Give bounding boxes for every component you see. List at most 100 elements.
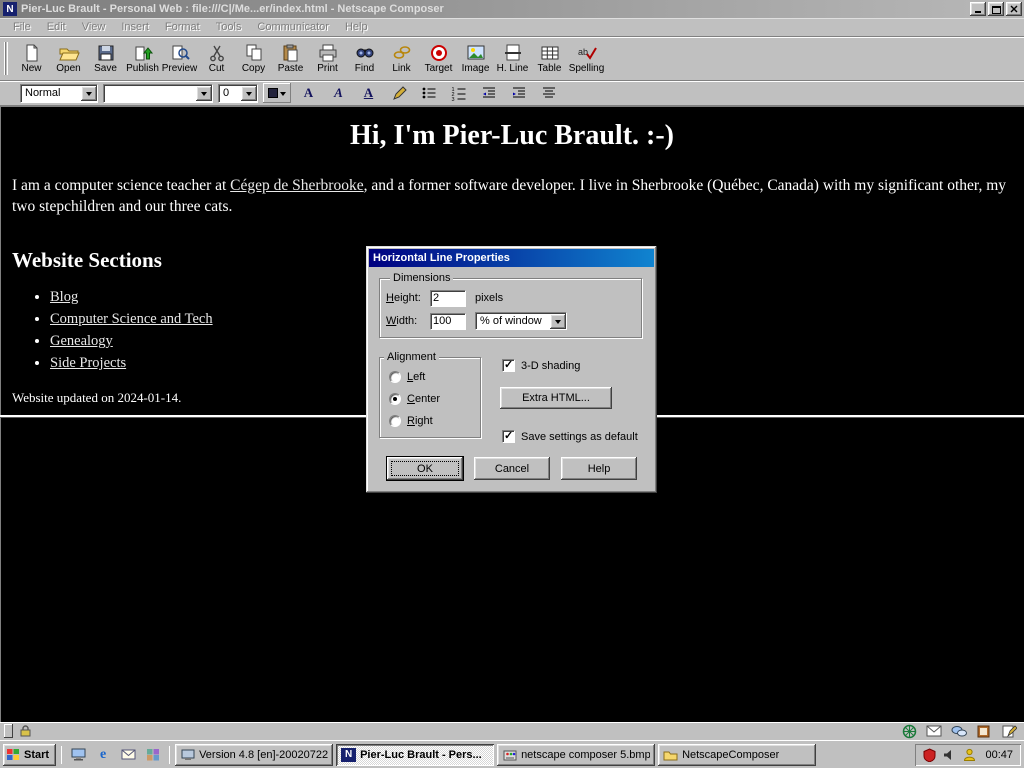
toolbar-target-button[interactable]: Target	[420, 39, 457, 78]
font-name-select[interactable]	[103, 83, 213, 103]
toolbar-publish-button[interactable]: Publish	[124, 39, 161, 78]
width-unit-select[interactable]: % of window	[475, 312, 567, 330]
toolbar-save-button[interactable]: Save	[87, 39, 124, 78]
help-button[interactable]: Help	[561, 457, 637, 480]
radio-button-icon	[389, 415, 401, 427]
toolbar-open-button[interactable]: Open	[50, 39, 87, 78]
underline-button[interactable]	[356, 83, 381, 103]
toolbar-print-button[interactable]: Print	[309, 39, 346, 78]
link-blog[interactable]: Blog	[50, 289, 78, 305]
newsgroups-component-button[interactable]	[948, 724, 970, 739]
maximize-button[interactable]	[988, 2, 1004, 16]
dialog-title: Horizontal Line Properties	[373, 252, 510, 264]
menu-communicator[interactable]: Communicator	[249, 19, 337, 36]
composer-icon	[1002, 724, 1017, 737]
quicklaunch-internet-explorer[interactable]	[92, 745, 114, 765]
window-title: Pier-Luc Brault - Personal Web : file://…	[21, 3, 444, 15]
cancel-button[interactable]: Cancel	[474, 457, 550, 480]
radio-center[interactable]: Center	[389, 393, 480, 405]
status-bar	[0, 722, 1024, 740]
save-settings-default-checkbox[interactable]: Save settings as default	[502, 429, 638, 443]
publish-icon	[135, 46, 153, 60]
menu-tools[interactable]: Tools	[208, 19, 250, 36]
toolbar-hline-button[interactable]: H. Line	[494, 39, 531, 78]
format-toolbar: Normal 0 A A A 1 2 3	[0, 81, 1024, 106]
security-lock-button[interactable]	[16, 724, 34, 738]
table-icon	[541, 46, 558, 59]
menu-insert[interactable]: Insert	[113, 19, 157, 36]
menu-view[interactable]: View	[74, 19, 114, 36]
font-size-select[interactable]: 0	[218, 83, 258, 103]
component-bar-handle[interactable]	[4, 724, 13, 738]
width-input[interactable]	[430, 312, 466, 330]
3d-shading-checkbox[interactable]: 3-D shading	[502, 358, 580, 372]
inbox-component-button[interactable]	[923, 724, 945, 739]
link-side-projects[interactable]: Side Projects	[50, 355, 126, 371]
volume-icon[interactable]	[941, 747, 957, 763]
width-label: Width:	[386, 315, 418, 327]
checkbox-checked-icon	[502, 429, 515, 443]
toolbar-image-button[interactable]: Image	[457, 39, 494, 78]
menu-format[interactable]: Format	[157, 19, 208, 36]
copy-icon	[246, 44, 261, 60]
link-computer-science-and-tech[interactable]: Computer Science and Tech	[50, 311, 213, 327]
toolbar-spelling-button[interactable]: ab Spelling	[568, 39, 605, 78]
bold-button[interactable]	[296, 83, 321, 103]
extra-html-button[interactable]: Extra HTML...	[500, 387, 612, 409]
user-icon[interactable]	[961, 747, 977, 763]
minimize-icon	[975, 10, 981, 13]
toolbar-new-button[interactable]: New	[13, 39, 50, 78]
alignment-button[interactable]	[536, 83, 561, 103]
paragraph-style-select[interactable]: Normal	[20, 83, 98, 103]
horizontal-line-icon	[504, 44, 521, 60]
task-netscape-composer-bmp[interactable]: netscape composer 5.bmp...	[497, 743, 656, 766]
radio-right-label: Right	[407, 415, 433, 427]
italic-button[interactable]	[326, 83, 351, 103]
newsgroups-icon	[951, 725, 967, 736]
menu-edit[interactable]: Edit	[39, 19, 74, 36]
task-version-installer[interactable]: Version 4.8 [en]-20020722...	[175, 743, 334, 766]
link-cegep-de-sherbrooke[interactable]: Cégep de Sherbrooke	[230, 177, 363, 194]
toolbar-cut-button[interactable]: Cut	[198, 39, 235, 78]
antivirus-icon[interactable]	[921, 747, 937, 763]
toolbar-preview-button[interactable]: Preview	[161, 39, 198, 78]
minimize-button[interactable]	[970, 2, 986, 16]
task-netscapecomposer-folder[interactable]: NetscapeComposer	[658, 743, 817, 766]
numbered-list-button[interactable]: 123	[446, 83, 471, 103]
radio-right[interactable]: Right	[389, 415, 480, 427]
alignment-group: Alignment Left Center Right	[379, 351, 481, 438]
start-button[interactable]: Start	[3, 743, 57, 766]
task-pier-luc-brault-composer[interactable]: Pier-Luc Brault - Pers...	[336, 743, 495, 766]
menu-file[interactable]: File	[5, 19, 39, 36]
show-desktop-icon	[71, 748, 86, 761]
link-genealogy[interactable]: Genealogy	[50, 333, 113, 349]
toolbar-table-button[interactable]: Table	[531, 39, 568, 78]
increase-indent-button[interactable]	[506, 83, 531, 103]
toolbar-copy-button[interactable]: Copy	[235, 39, 272, 78]
chevron-down-icon	[550, 313, 566, 329]
height-input[interactable]	[430, 289, 466, 307]
menu-help[interactable]: Help	[337, 19, 376, 36]
close-button[interactable]	[1006, 2, 1022, 16]
ok-button[interactable]: OK	[387, 457, 463, 480]
radio-left[interactable]: Left	[389, 371, 480, 383]
decrease-indent-button[interactable]	[476, 83, 501, 103]
navigator-component-button[interactable]	[898, 724, 920, 739]
font-size-value: 0	[223, 87, 230, 99]
quicklaunch-show-desktop[interactable]	[67, 745, 89, 765]
bullet-list-icon	[422, 87, 435, 99]
toolbar-paste-button[interactable]: Paste	[272, 39, 309, 78]
toolbar-find-button[interactable]: Find	[346, 39, 383, 78]
bullet-list-button[interactable]	[416, 83, 441, 103]
address-book-component-button[interactable]	[973, 724, 995, 739]
composer-component-button[interactable]	[998, 724, 1020, 739]
quicklaunch-channels[interactable]	[142, 745, 164, 765]
remove-styles-button[interactable]	[386, 83, 411, 103]
quicklaunch-outlook-mail[interactable]	[117, 745, 139, 765]
toolbar-grip[interactable]	[4, 42, 8, 75]
font-color-picker[interactable]	[263, 83, 291, 103]
intro-paragraph: I am a computer science teacher at Cégep…	[12, 176, 1012, 218]
dialog-titlebar[interactable]: Horizontal Line Properties	[369, 249, 654, 267]
window-titlebar[interactable]: Pier-Luc Brault - Personal Web : file://…	[0, 0, 1024, 18]
toolbar-link-button[interactable]: Link	[383, 39, 420, 78]
